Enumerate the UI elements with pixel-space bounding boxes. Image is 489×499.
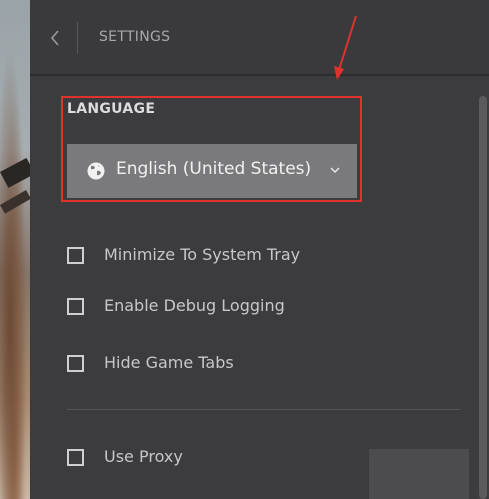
background-strap [0, 190, 31, 214]
language-dropdown[interactable]: English (United States) [67, 144, 357, 198]
background-artwork [0, 0, 35, 499]
section-divider [67, 409, 460, 410]
scrollbar[interactable] [479, 96, 487, 499]
blurred-region [369, 449, 469, 499]
option-label: Minimize To System Tray [104, 245, 301, 264]
back-button[interactable] [44, 26, 66, 50]
language-selected-value: English (United States) [116, 159, 312, 179]
minimize-to-tray-checkbox[interactable] [67, 247, 84, 264]
annotation-arrow [334, 15, 357, 80]
option-label: Enable Debug Logging [104, 296, 285, 315]
globe-icon [87, 162, 105, 180]
debug-logging-checkbox[interactable] [67, 298, 84, 315]
chevron-left-icon [50, 30, 59, 46]
option-label: Hide Game Tabs [104, 353, 234, 372]
chevron-down-icon [330, 167, 340, 174]
hide-game-tabs-checkbox[interactable] [67, 355, 84, 372]
header-divider [77, 22, 78, 54]
language-section-label: LANGUAGE [67, 101, 156, 117]
use-proxy-checkbox[interactable] [67, 449, 84, 466]
settings-header: SETTINGS [30, 0, 489, 76]
page-title: SETTINGS [99, 29, 171, 45]
option-label: Use Proxy [104, 447, 183, 466]
